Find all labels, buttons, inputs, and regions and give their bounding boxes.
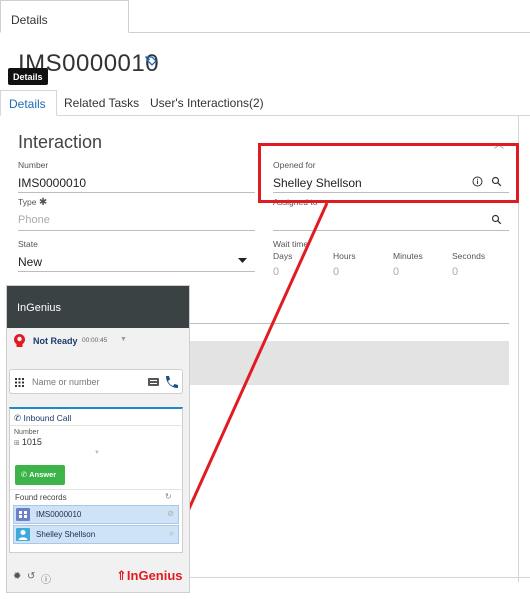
type-field[interactable]: Phone bbox=[18, 214, 50, 226]
state-underline bbox=[18, 271, 255, 272]
details-tooltip: Details bbox=[8, 68, 48, 85]
activity-section bbox=[183, 341, 509, 385]
history-icon[interactable]: ↺ bbox=[27, 571, 35, 582]
call-number-value: ⊞ 1015 bbox=[14, 437, 42, 447]
inbound-call-card: ✆ Inbound Call Number ⊞ 1015 ▼ ✆ Answer … bbox=[9, 407, 183, 553]
keyboard-icon[interactable] bbox=[148, 378, 159, 386]
wait-days-value[interactable]: 0 bbox=[273, 266, 279, 278]
status-dropdown-icon[interactable]: ▼ bbox=[120, 336, 127, 343]
highlight-box bbox=[258, 143, 519, 203]
dial-search-bar[interactable]: Name or number bbox=[9, 369, 183, 394]
wait-seconds-value[interactable]: 0 bbox=[452, 266, 458, 278]
dialpad-icon[interactable] bbox=[15, 378, 24, 387]
found-record-ims0000010[interactable]: IMS0000010 ⊘ bbox=[13, 505, 179, 524]
found-separator bbox=[10, 489, 182, 490]
ingenius-header: InGenius bbox=[7, 286, 189, 328]
wait-minutes-label: Minutes bbox=[393, 251, 423, 261]
dial-phone-icon[interactable] bbox=[163, 374, 179, 390]
type-label: Type ✱ bbox=[18, 197, 48, 208]
name-or-number-input[interactable]: Name or number bbox=[32, 377, 100, 387]
status-timer: 00:00:45 bbox=[82, 337, 108, 344]
answer-button[interactable]: ✆ Answer bbox=[15, 465, 65, 485]
settings-gear-icon[interactable]: ✹ bbox=[13, 571, 21, 582]
inbound-call-icon: ✆ bbox=[14, 413, 22, 423]
wait-minutes-value[interactable]: 0 bbox=[393, 266, 399, 278]
refresh-icon[interactable]: ↻ bbox=[165, 492, 172, 501]
bottom-border bbox=[189, 577, 530, 578]
assigned-to-search-icon[interactable] bbox=[491, 214, 502, 225]
assigned-to-underline bbox=[273, 230, 509, 231]
state-label: State bbox=[18, 239, 38, 249]
tab-users-interactions[interactable]: User's Interactions(2) bbox=[150, 96, 264, 110]
tab-related-tasks[interactable]: Related Tasks bbox=[64, 96, 139, 110]
wait-days-label: Days bbox=[273, 251, 293, 261]
not-ready-icon bbox=[14, 334, 25, 347]
found-records-label: Found records bbox=[15, 493, 67, 502]
answer-phone-icon: ✆ bbox=[21, 470, 30, 479]
found-record-label: Shelley Shellson bbox=[36, 530, 96, 539]
tab-details-top[interactable]: Details bbox=[0, 0, 129, 33]
description-underline bbox=[183, 323, 509, 324]
call-separator bbox=[10, 425, 182, 426]
state-dropdown-icon[interactable] bbox=[238, 258, 247, 264]
found-record-label: IMS0000010 bbox=[36, 510, 82, 519]
state-select[interactable]: New bbox=[18, 255, 42, 269]
wait-seconds-label: Seconds bbox=[452, 251, 486, 261]
call-number-label: Number bbox=[14, 429, 39, 436]
ingenius-title: InGenius bbox=[17, 302, 62, 314]
wait-hours-label: Hours bbox=[333, 251, 356, 261]
type-underline bbox=[18, 230, 255, 231]
subtab-bar: Details Related Tasks User's Interaction… bbox=[0, 90, 530, 116]
wait-hours-value[interactable]: 0 bbox=[333, 266, 339, 278]
tab-details-top-label: Details bbox=[11, 13, 48, 27]
ingenius-logo: ⇑InGenius bbox=[116, 568, 183, 583]
ingenius-logo-mark: ⇑ bbox=[116, 568, 127, 583]
inbound-call-header: ✆ Inbound Call bbox=[14, 413, 72, 423]
number-field[interactable]: IMS0000010 bbox=[18, 176, 86, 190]
wait-time-label: Wait time bbox=[273, 239, 309, 249]
tab-details[interactable]: Details bbox=[0, 90, 57, 116]
section-title: Interaction bbox=[18, 132, 103, 152]
user-icon bbox=[16, 528, 30, 541]
found-record-shelley-shellson[interactable]: Shelley Shellson ⌕ bbox=[13, 525, 179, 544]
record-search-icon[interactable]: ⌕ bbox=[170, 529, 174, 539]
extension-icon: ⊞ bbox=[14, 440, 22, 447]
record-link-icon[interactable]: ⊘ bbox=[167, 509, 174, 518]
number-underline bbox=[18, 192, 255, 193]
ingenius-panel: InGenius Not Ready 00:00:45 ▼ Name or nu… bbox=[6, 285, 190, 593]
required-mark: ✱ bbox=[38, 197, 48, 208]
tag-icon[interactable] bbox=[144, 55, 158, 69]
help-icon[interactable]: ⓘ bbox=[41, 571, 51, 586]
number-label: Number bbox=[18, 160, 49, 170]
agent-status[interactable]: Not Ready bbox=[33, 336, 78, 346]
record-icon bbox=[16, 508, 30, 521]
number-expand-icon[interactable]: ▼ bbox=[94, 450, 100, 456]
